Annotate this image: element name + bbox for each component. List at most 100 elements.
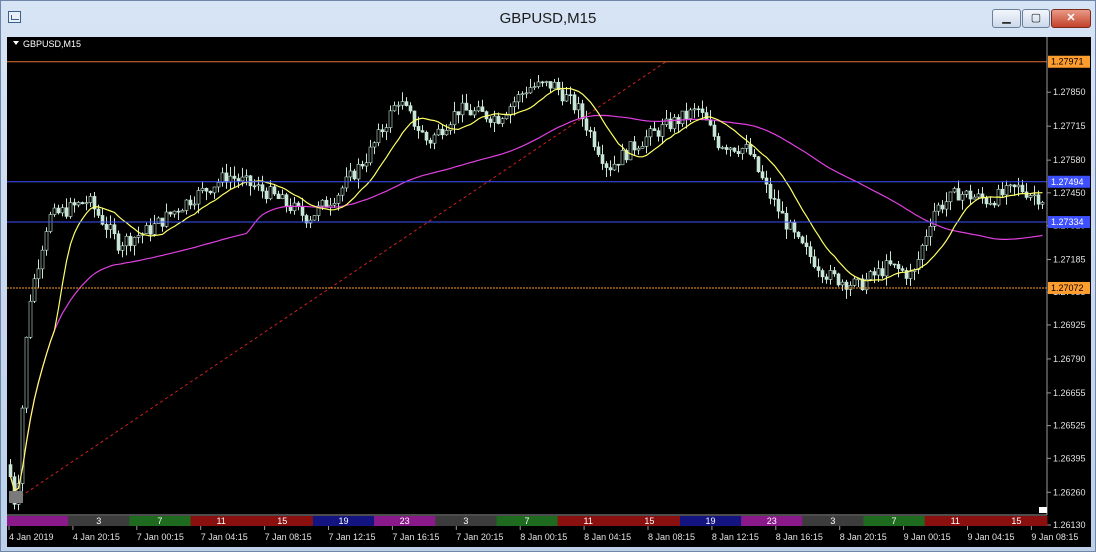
candle-body (204, 188, 209, 192)
dropdown-arrow-icon[interactable] (13, 41, 19, 45)
candle-body (976, 193, 981, 198)
candle-body (644, 136, 649, 147)
candle-body (100, 215, 105, 225)
candle-body (504, 114, 509, 120)
candle-body (496, 115, 501, 124)
candle-body (540, 81, 545, 84)
candle-body (756, 156, 761, 173)
candle-body (236, 178, 241, 182)
candle-body (360, 164, 365, 167)
candle-body (384, 127, 389, 133)
price-scale[interactable]: 1.278501.277151.275801.274501.273201.271… (1047, 87, 1086, 530)
candle-body (280, 194, 285, 200)
candle-body (956, 188, 961, 201)
candle-body (120, 245, 125, 251)
price-tick-label: 1.27580 (1053, 155, 1086, 165)
candle-body (208, 190, 213, 194)
candle-body (908, 271, 913, 279)
candle-body (480, 106, 485, 112)
scroll-marker[interactable] (9, 491, 23, 503)
candle-body (268, 186, 273, 200)
candle-body (372, 142, 377, 148)
candle-body (116, 233, 121, 251)
candle-body (388, 110, 393, 128)
candle-body (516, 94, 521, 103)
price-chart[interactable]: 1.278501.277151.275801.274501.273201.271… (7, 37, 1091, 547)
candle-body (284, 194, 289, 207)
candle-body (604, 163, 609, 168)
candle-body (648, 128, 653, 138)
candle-body (680, 110, 685, 124)
trend-line[interactable] (10, 60, 668, 504)
candle-body (888, 260, 893, 265)
candle-body (828, 270, 833, 280)
candle-body (104, 224, 109, 230)
candle-body (224, 172, 229, 183)
candle-body (312, 215, 317, 221)
candle-body (876, 268, 881, 276)
candle-body (892, 263, 897, 266)
price-tick-label: 1.26525 (1053, 421, 1086, 431)
candle-body (724, 147, 729, 150)
moving-average-slow[interactable] (9, 114, 1043, 492)
candle-body (412, 110, 417, 127)
candle-body (168, 211, 173, 215)
candle-body (944, 201, 949, 210)
candle-body (500, 118, 505, 124)
candle-body (852, 278, 857, 286)
candle-body (52, 207, 57, 215)
candle-body (368, 146, 373, 164)
maximize-button[interactable]: ▢ (1022, 9, 1050, 28)
candle-body (692, 108, 697, 111)
session-hour-label: 23 (400, 516, 410, 526)
close-button[interactable]: ✕ (1051, 9, 1091, 28)
candle-body (240, 176, 245, 182)
candle-body (620, 150, 625, 166)
chart-canvas[interactable]: 1.278501.277151.275801.274501.273201.271… (7, 37, 1091, 547)
candle-body (324, 199, 329, 208)
candle-body (1028, 195, 1033, 198)
time-scale[interactable]: 4 Jan 2019 4 Jan 20:15 7 Jan 00:15 7 Jan 04… (8, 526, 1078, 542)
price-tick-label: 1.26260 (1053, 487, 1086, 497)
candle-body (364, 162, 369, 167)
candle-body (744, 144, 749, 149)
candle-body (156, 217, 161, 224)
candle-body (396, 104, 401, 107)
candle-body (220, 172, 225, 183)
candle-body (192, 203, 197, 206)
time-tick-label: 7 Jan 12:15 (329, 532, 376, 542)
candle-body (184, 199, 189, 211)
price-tick-label: 1.26130 (1053, 520, 1086, 530)
candle-body (356, 164, 361, 180)
candle-body (612, 163, 617, 171)
candle-body (924, 236, 929, 246)
level-price-label: 1.27494 (1051, 177, 1084, 187)
time-tick-label: 4 Jan 20:15 (73, 532, 120, 542)
candle-body (732, 147, 737, 152)
candle-body (144, 225, 149, 234)
session-hour-label: 15 (644, 516, 654, 526)
candle-body (524, 92, 529, 95)
time-tick-label: 8 Jan 08:15 (648, 532, 695, 542)
candle-body (128, 235, 133, 246)
candle-body (600, 154, 605, 164)
session-segment (7, 516, 69, 526)
level-price-label: 1.27334 (1051, 217, 1084, 227)
time-tick-label: 7 Jan 04:15 (201, 532, 248, 542)
candle-body (108, 224, 113, 230)
candle-body (24, 336, 29, 409)
moving-average-fast[interactable] (9, 87, 1043, 492)
title-bar[interactable]: GBPUSD,M15 ▁ ▢ ✕ (1, 1, 1095, 37)
minimize-button[interactable]: ▁ (992, 9, 1021, 28)
candle-body (972, 196, 977, 200)
candle-body (608, 167, 613, 171)
session-hour-label: 15 (1011, 516, 1021, 526)
candle-body (776, 198, 781, 212)
session-hour-label: 7 (892, 516, 897, 526)
candle-body (348, 170, 353, 178)
candle-body (792, 222, 797, 233)
candle-body (652, 128, 657, 131)
candle-body (964, 190, 969, 195)
candle-body (260, 184, 265, 192)
chart-shift-marker[interactable] (1039, 507, 1047, 513)
